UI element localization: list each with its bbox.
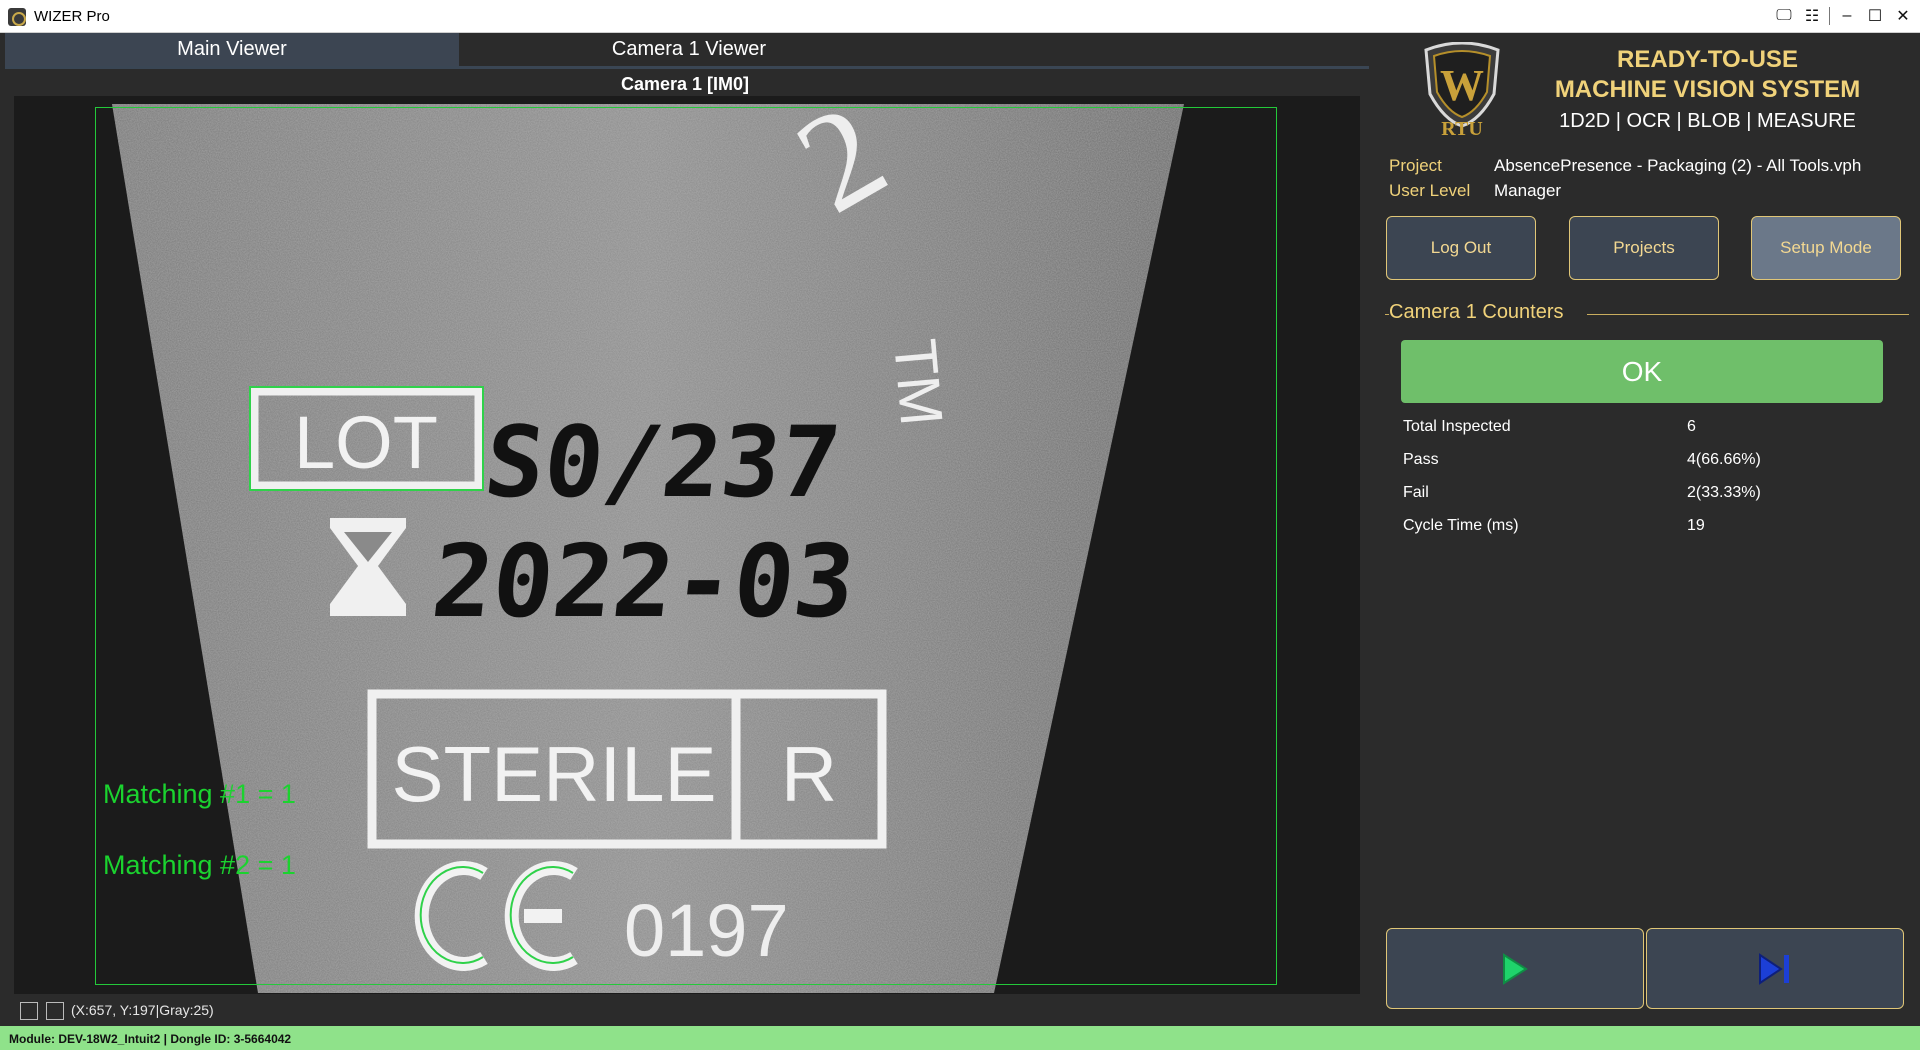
tab-main-viewer[interactable]: Main Viewer: [5, 33, 459, 66]
step-button[interactable]: [1646, 928, 1904, 1009]
divider: [1829, 7, 1830, 25]
title-bar: WIZER Pro 🖵 ☷ – ☐ ✕: [0, 0, 1920, 33]
control-panel: W RTU READY-TO-USE MACHINE VISION SYSTEM…: [1370, 33, 1920, 1023]
counter-label: Fail: [1403, 484, 1429, 501]
camera-image[interactable]: 2 TM LOT S0/237 2022-03 STERILE R 0197 M…: [14, 96, 1360, 994]
maximize-icon[interactable]: ☐: [1864, 5, 1886, 27]
image-icon[interactable]: [46, 1002, 64, 1020]
logo-caption: RTU: [1441, 118, 1483, 137]
counter-label: Cycle Time (ms): [1403, 517, 1519, 534]
monitor-icon[interactable]: 🖵: [1773, 5, 1795, 27]
brand-headline: READY-TO-USE MACHINE VISION SYSTEM: [1495, 45, 1920, 105]
logout-button[interactable]: Log Out: [1386, 216, 1536, 280]
user-level-label: User Level: [1389, 181, 1471, 200]
counter-value: 6: [1687, 418, 1696, 435]
match-result-1: Matching #1 = 1: [103, 779, 296, 809]
window-controls: 🖵 ☷ – ☐ ✕: [1773, 5, 1914, 27]
brand-line-1: READY-TO-USE: [1617, 46, 1798, 73]
play-icon: [1503, 952, 1528, 985]
run-button[interactable]: [1386, 928, 1644, 1009]
close-icon[interactable]: ✕: [1892, 5, 1914, 27]
project-label: Project: [1389, 156, 1442, 175]
viewer-panel: Main Viewer Camera 1 Viewer Camera 1 [IM…: [0, 33, 1370, 1023]
setup-mode-button[interactable]: Setup Mode: [1751, 216, 1901, 280]
app-logo-icon: [8, 8, 26, 26]
counter-value: 2(33.33%): [1687, 484, 1761, 501]
counter-label: Total Inspected: [1403, 418, 1511, 435]
result-status-banner: OK: [1401, 340, 1883, 403]
projects-button[interactable]: Projects: [1569, 216, 1719, 280]
window-title: WIZER Pro: [34, 8, 110, 25]
group-border-line: [1587, 314, 1909, 315]
status-bar: Module: DEV-18W2_Intuit2 | Dongle ID: 3-…: [0, 1026, 1920, 1050]
rtu-shield-logo: W RTU: [1424, 42, 1500, 137]
minimize-icon[interactable]: –: [1836, 5, 1858, 27]
counter-value: 19: [1687, 517, 1705, 534]
viewer-tabs: Main Viewer Camera 1 Viewer: [5, 33, 1369, 69]
counters-title: Camera 1 Counters: [1389, 301, 1564, 323]
counter-value: 4(66.66%): [1687, 451, 1761, 468]
brand-tools: 1D2D | OCR | BLOB | MEASURE: [1559, 110, 1856, 132]
equalizer-icon[interactable]: ☷: [1801, 5, 1823, 27]
viewer-status: (X:657, Y:197|Gray:25): [0, 999, 1370, 1023]
user-level-value: Manager: [1494, 181, 1562, 200]
counter-label: Pass: [1403, 451, 1439, 468]
brand-line-2: MACHINE VISION SYSTEM: [1554, 76, 1861, 103]
viewer-title: Camera 1 [IM0]: [620, 74, 750, 94]
project-value: AbsencePresence - Packaging (2) - All To…: [1494, 156, 1862, 175]
cursor-readout: (X:657, Y:197|Gray:25): [71, 1002, 214, 1018]
match-result-2: Matching #2 = 1: [103, 850, 296, 880]
fit-view-icon[interactable]: [20, 1002, 38, 1020]
tab-camera-1-viewer[interactable]: Camera 1 Viewer: [459, 33, 919, 66]
logo-letter: W: [1440, 61, 1484, 110]
step-icon: [1759, 952, 1789, 985]
